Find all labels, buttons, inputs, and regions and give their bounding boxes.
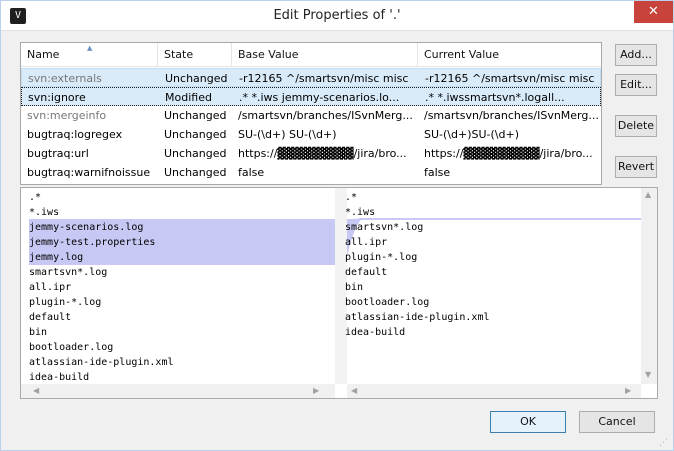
revert-button[interactable]: Revert: [615, 156, 657, 178]
scroll-up-icon[interactable]: ▲: [645, 190, 651, 199]
property-current-value: .* *.iwssmartsvn*.logall...: [425, 91, 565, 104]
vertical-scrollbar[interactable]: ▲ ▼: [641, 188, 657, 384]
right-line: bootloader.log: [345, 297, 430, 308]
column-header-current-value[interactable]: Current Value: [418, 43, 601, 67]
property-state: Unchanged: [164, 166, 227, 179]
window-title: Edit Properties of '.': [273, 8, 401, 23]
property-name: bugtraq:warnifnoissue: [27, 166, 151, 179]
resize-grip-icon[interactable]: ⋰: [659, 438, 671, 450]
property-base-value: SU-(\d+) SU-(\d+): [238, 128, 337, 141]
left-line: idea-build: [29, 372, 90, 383]
property-state: Unchanged: [164, 147, 227, 160]
left-line: all.ipr: [29, 282, 72, 293]
right-line: *.iws: [345, 207, 376, 218]
left-line: atlassian-ide-plugin.xml: [29, 357, 174, 368]
edit-properties-dialog: V Edit Properties of '.' ✕ Name ▲ State …: [0, 0, 674, 451]
scroll-right-icon[interactable]: ▶: [313, 386, 319, 395]
column-header-base-value[interactable]: Base Value: [232, 43, 418, 67]
right-line: all.ipr: [345, 237, 388, 248]
property-name: bugtraq:logregex: [27, 128, 123, 141]
property-state: Modified: [165, 91, 212, 104]
left-line: default: [29, 312, 72, 323]
property-current-value: false: [424, 166, 451, 179]
close-button[interactable]: ✕: [634, 1, 673, 23]
table-row[interactable]: svn:ignore Modified .* *.iws jemmy-scena…: [21, 87, 601, 106]
left-horizontal-scrollbar[interactable]: ◀ ▶: [21, 384, 335, 398]
property-state: Unchanged: [164, 128, 227, 141]
property-base-value: .* *.iws jemmy-scenarios.lo...: [239, 91, 400, 104]
scroll-left-icon[interactable]: ◀: [351, 386, 357, 395]
right-line: bin: [345, 282, 364, 293]
left-line: jemmy-test.properties: [29, 237, 156, 248]
table-row[interactable]: bugtraq:logregex Unchanged SU-(\d+) SU-(…: [21, 125, 601, 144]
property-base-value: /smartsvn/branches/ISvnMerg...: [238, 109, 413, 122]
table-row[interactable]: svn:externals Unchanged -r12165 ^/smarts…: [21, 68, 601, 87]
property-state: Unchanged: [165, 72, 228, 85]
scroll-left-icon[interactable]: ◀: [33, 386, 39, 395]
scroll-down-icon[interactable]: ▼: [645, 370, 651, 379]
right-line: .*: [345, 192, 358, 203]
left-line: smartsvn*.log: [29, 267, 108, 278]
title-bar: V Edit Properties of '.' ✕: [1, 1, 673, 31]
left-line: jemmy-scenarios.log: [29, 222, 144, 233]
property-state: Unchanged: [164, 109, 227, 122]
sort-ascending-icon: ▲: [87, 44, 93, 52]
property-current-value: https://▓▓▓▓▓▓▓▓▓/jira/bro...: [424, 147, 593, 160]
delete-button[interactable]: Delete: [615, 115, 657, 137]
table-row[interactable]: bugtraq:warnifnoissue Unchanged false fa…: [21, 163, 601, 182]
properties-table: Name ▲ State Base Value Current Value sv…: [20, 42, 602, 185]
add-button[interactable]: Add...: [615, 44, 657, 66]
right-line: idea-build: [345, 327, 406, 338]
property-base-value: -r12165 ^/smartsvn/misc misc: [239, 72, 409, 85]
property-name: svn:externals: [28, 72, 102, 85]
scroll-right-icon[interactable]: ▶: [625, 386, 631, 395]
table-row[interactable]: svn:mergeinfo Unchanged /smartsvn/branch…: [21, 106, 601, 125]
property-base-value: https://▓▓▓▓▓▓▓▓▓/jira/bro...: [238, 147, 407, 160]
left-line: bin: [29, 327, 48, 338]
property-current-value: /smartsvn/branches/ISvnMerg...: [424, 109, 599, 122]
right-line: plugin-*.log: [345, 252, 418, 263]
property-name: bugtraq:url: [27, 147, 89, 160]
edit-button[interactable]: Edit...: [615, 74, 657, 96]
left-line: jemmy.log: [29, 252, 84, 263]
left-line: bootloader.log: [29, 342, 114, 353]
left-line: .*: [29, 192, 42, 203]
left-line: plugin-*.log: [29, 297, 102, 308]
ok-button[interactable]: OK: [490, 411, 566, 433]
right-line: atlassian-ide-plugin.xml: [345, 312, 490, 323]
left-line: *.iws: [29, 207, 60, 218]
property-name: svn:ignore: [28, 91, 86, 104]
cancel-button[interactable]: Cancel: [579, 411, 655, 433]
right-horizontal-scrollbar[interactable]: ◀ ▶: [347, 384, 641, 398]
table-row[interactable]: bugtraq:url Unchanged https://▓▓▓▓▓▓▓▓▓/…: [21, 144, 601, 163]
property-current-value: -r12165 ^/smartsvn/misc misc: [425, 72, 595, 85]
right-line: smartsvn*.log: [345, 222, 424, 233]
diff-view: .* *.iws jemmy-scenarios.log jemmy-test.…: [20, 187, 658, 399]
right-line: default: [345, 267, 388, 278]
column-header-state[interactable]: State: [158, 43, 232, 67]
property-current-value: SU-(\d+)SU-(\d+): [424, 128, 519, 141]
property-name: svn:mergeinfo: [27, 109, 107, 122]
property-base-value: false: [238, 166, 265, 179]
table-header: Name ▲ State Base Value Current Value: [21, 43, 601, 67]
